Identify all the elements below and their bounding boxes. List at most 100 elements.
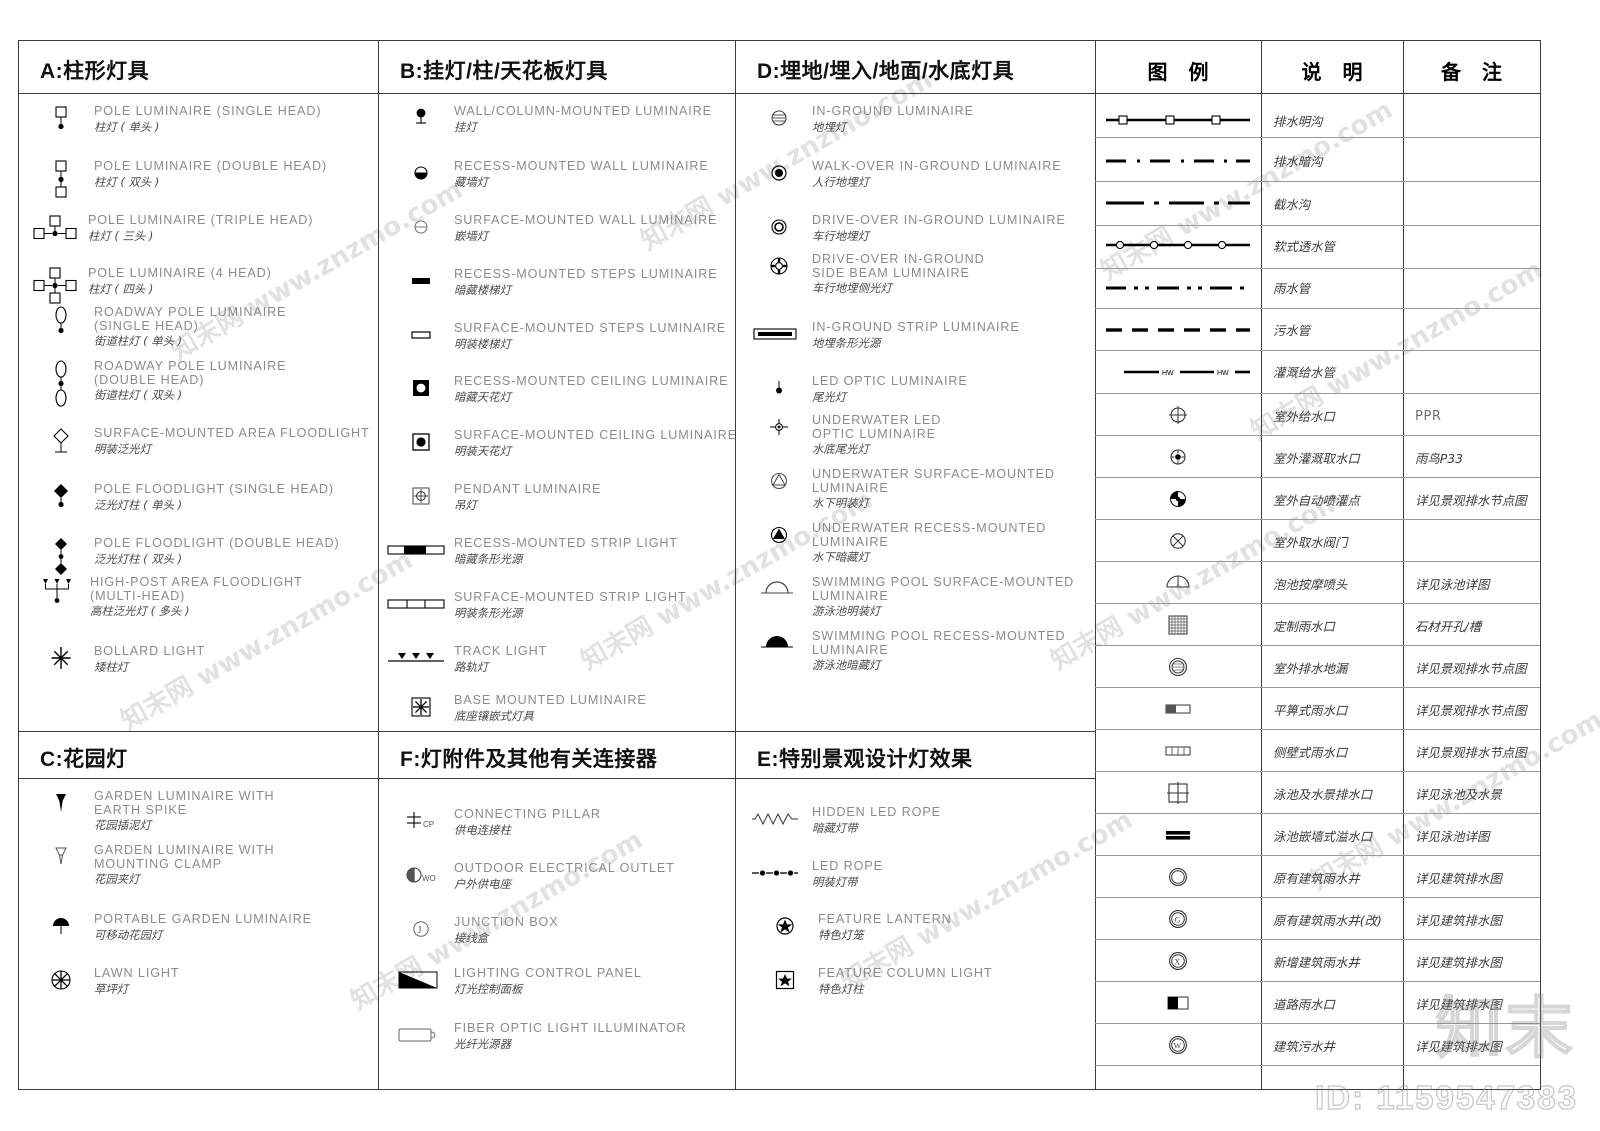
feature-column-light-icon [758,967,812,993]
list-item: J JUNCTION BOX 接线盒 [394,915,559,945]
list-item: FIBER OPTIC LIGHT ILLUMINATOR 光纤光源器 [388,1021,687,1051]
legend-desc: 室外自动喷灌点 [1273,493,1360,508]
list-item: UNDERWATER SURFACE-MOUNTED LUMINAIRE 水下明… [752,467,1055,510]
section-heading-A: A:柱形灯具 [40,60,150,83]
item-label-en: OUTDOOR ELECTRICAL OUTLET [454,861,675,875]
list-item: SWIMMING POOL RECESS-MOUNTED LUMINAIRE 游… [748,629,1066,672]
legend-remark [1403,188,1552,220]
item-label-cn: 灯光控制面板 [454,981,523,996]
item-label-cn: 草坪灯 [94,981,129,996]
item-label-en: WALK-OVER IN-GROUND LUMINAIRE [812,159,1062,173]
legend-desc: 新增建筑雨水井 [1273,955,1360,970]
item-label-cn: 供电连接柱 [454,822,511,837]
legend-remark: 详见景观排水节点图 [1415,745,1527,760]
legend-desc: 道路雨水口 [1273,997,1335,1012]
outdoor-floor-drain-icon [1095,650,1261,684]
led-rope-icon [744,860,806,886]
item-label-cn: 特色灯柱 [818,981,864,996]
item-label-en: UNDERWATER RECESS-MOUNTED [812,521,1047,535]
svg-text:W: W [1174,1042,1182,1051]
legend-remark [1403,230,1552,262]
item-label-en: RECESS-MOUNTED WALL LUMINAIRE [454,159,709,173]
section-heading-E: E:特别景观设计灯效果 [757,748,973,771]
list-item: ROADWAY POLE LUMINAIRE (SINGLE HEAD) 街道柱… [34,305,287,348]
item-label-en: ROADWAY POLE LUMINAIRE [94,305,287,319]
legend-table-header-symbol: 图 例 [1147,59,1216,84]
legend-desc: 建筑污水井 [1273,1039,1335,1054]
list-item: SURFACE-MOUNTED WALL LUMINAIRE 嵌墙灯 [394,213,718,243]
underwater-surface-icon [752,468,806,494]
item-label-en-2: LUMINAIRE [812,480,889,495]
existing-rain-well-icon [1095,860,1261,894]
item-label-en: DRIVE-OVER IN-GROUND LUMINAIRE [812,213,1066,227]
item-label-cn: 车行地埋灯 [812,228,869,243]
legend-row-sep-1 [1095,137,1540,138]
item-label-cn: 明装泛光灯 [94,441,151,456]
item-label-cn: 柱灯 ( 三头 ) [88,228,154,243]
legend-row-sep-2 [1095,181,1540,182]
underwater-recess-icon [752,522,806,548]
pole-triple-head-icon [28,214,82,248]
list-item: POLE LUMINAIRE (SINGLE HEAD) 柱灯 ( 单头 ) [34,104,321,135]
hidden-led-rope-icon [744,806,806,832]
legend-remark: 雨鸟P33 [1415,451,1464,466]
item-label-cn: 特色灯笼 [818,927,864,942]
item-label-en: TRACK LIGHT [454,644,548,658]
legend-remark [1403,145,1552,177]
list-item: WO OUTDOOR ELECTRICAL OUTLET 户外供电座 [394,861,675,891]
list-item: LED ROPE 明装灯带 [744,859,883,889]
item-label-en: SURFACE-MOUNTED STEPS LUMINAIRE [454,321,727,335]
list-item: GARDEN LUMINAIRE WITH MOUNTING CLAMP 花园夹… [34,843,275,886]
legend-desc: 原有建筑雨水井 [1273,871,1360,886]
list-item: LAWN LIGHT 草坪灯 [34,966,180,996]
list-item: RECESS-MOUNTED STEPS LUMINAIRE 暗藏楼梯灯 [394,267,718,297]
item-label-en: SURFACE-MOUNTED STRIP LIGHT [454,590,687,604]
legend-row-sep-15 [1095,729,1540,730]
recess-strip-light-icon [384,537,448,563]
legend-remark [1403,314,1552,346]
connecting-pillar-icon: CP [394,808,448,834]
section-heading-D: D:埋地/埋入/地面/水底灯具 [757,60,1015,83]
list-item: SWIMMING POOL SURFACE-MOUNTED LUMINAIRE … [748,575,1074,619]
list-item: RECESS-MOUNTED STRIP LIGHT 暗藏条形光源 [384,536,678,566]
item-label-en-2: OPTIC LUMINAIRE [812,426,937,441]
list-item: DRIVE-OVER IN-GROUND SIDE BEAM LUMINAIRE… [752,252,985,295]
legend-row-sep-12 [1095,603,1540,604]
item-label-en: PENDANT LUMINAIRE [454,482,602,496]
item-label-cn: 地埋条形光源 [812,335,881,350]
list-item: PENDANT LUMINAIRE 吊灯 [394,482,602,512]
legend-row-sep-19 [1095,897,1540,898]
legend-remark [1403,105,1552,137]
list-item: POLE LUMINAIRE (TRIPLE HEAD) 柱灯 ( 三头 ) [28,213,313,248]
list-item: TRACK LIGHT 路轨灯 [384,644,548,674]
legend-row-sep-14 [1095,687,1540,688]
section-heading-B: B:挂灯/柱/天花板灯具 [400,60,608,83]
list-item: SURFACE-MOUNTED CEILING LUMINAIRE 明装天花灯 [394,428,738,458]
item-label-en: RECESS-MOUNTED STEPS LUMINAIRE [454,267,718,281]
item-label-en: SURFACE-MOUNTED WALL LUMINAIRE [454,213,718,227]
list-item: FEATURE COLUMN LIGHT 特色灯柱 [758,966,993,996]
legend-desc: 排水明沟 [1273,114,1323,129]
surface-strip-light-icon [384,591,448,617]
item-label-cn: 游泳池明装灯 [812,604,881,619]
item-label-en: BOLLARD LIGHT [94,644,206,658]
item-label-en: BASE MOUNTED LUMINAIRE [454,693,647,707]
border-col-bd [735,40,736,1090]
item-label-en-2: LUMINAIRE [812,642,889,657]
pole-four-head-icon [28,267,82,309]
legend-row-sep-7 [1095,393,1540,394]
item-label-cn: 街道柱灯 ( 双头 ) [94,388,183,403]
item-label-en: SURFACE-MOUNTED CEILING LUMINAIRE [454,428,738,442]
new-rain-well-icon: X [1095,944,1261,978]
outdoor-irrigation-tap-icon [1095,440,1261,474]
item-label-cn: 尾光灯 [812,389,847,404]
existing-rain-well-mod-icon: G [1095,902,1261,936]
legend-remark: 详见泳池及水景 [1415,787,1502,802]
list-item: POLE LUMINAIRE (4 HEAD) 柱灯 ( 四头 ) [28,266,272,309]
section-heading-F: F:灯附件及其他有关连接器 [400,748,658,771]
item-label-en: POLE FLOODLIGHT (DOUBLE HEAD) [94,536,340,550]
pole-floodlight-double-icon [34,537,88,581]
list-item: HIGH-POST AREA FLOODLIGHT (MULTI-HEAD) 高… [30,575,303,618]
high-post-floodlight-icon [30,576,84,610]
item-label-cn: 明装楼梯灯 [454,336,511,351]
